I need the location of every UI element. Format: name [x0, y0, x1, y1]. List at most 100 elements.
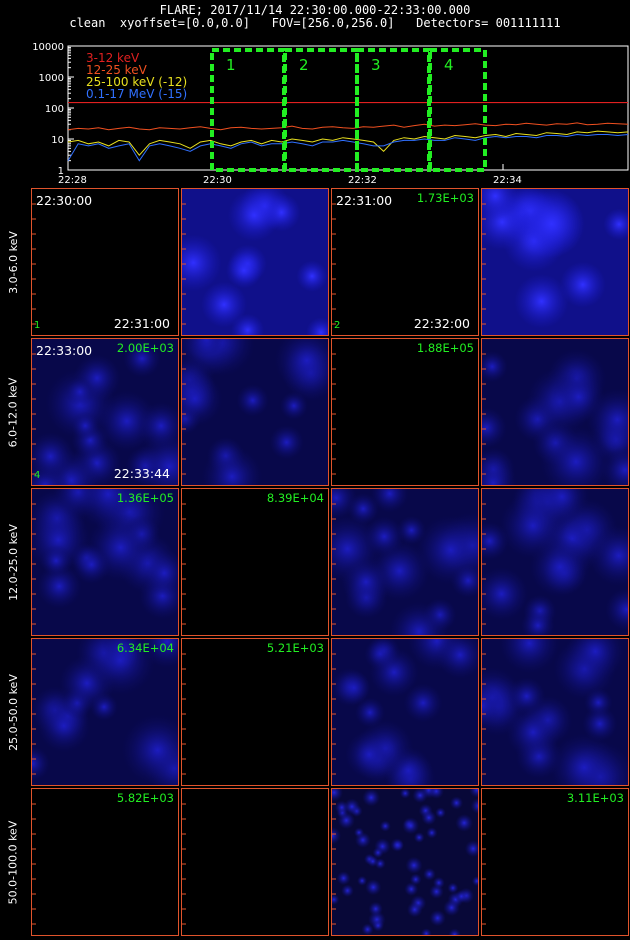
row-energy-label-text: 12.0-25.0 keV — [6, 523, 20, 601]
panel-start-time: 22:30:00 — [36, 193, 93, 208]
panel-end-time: 22:31:00 — [113, 316, 170, 331]
image-blob — [413, 832, 425, 843]
row-energy-label-text: 50.0-100.0 keV — [6, 820, 20, 904]
image-blob — [354, 832, 371, 849]
image-blob — [40, 544, 72, 577]
panel-image — [482, 189, 628, 335]
image-panel — [331, 788, 479, 936]
panel-max-value: 8.39E+04 — [266, 491, 324, 505]
panel-image — [182, 189, 328, 335]
panel-start-time: 22:33:00 — [36, 343, 93, 358]
panel-start-time: 22:31:00 — [336, 193, 393, 208]
image-blob — [362, 789, 381, 807]
image-blob — [429, 884, 444, 899]
image-panel — [481, 638, 629, 786]
image-blob — [559, 261, 606, 308]
image-panel — [181, 188, 329, 336]
panel-interval-number: 2 — [334, 320, 341, 331]
image-blob — [552, 370, 605, 424]
image-blob — [236, 384, 270, 417]
image-panel — [181, 338, 329, 486]
row-energy-label: 25.0-50.0 keV — [0, 638, 26, 786]
image-blob — [435, 807, 446, 819]
image-panel — [481, 488, 629, 636]
panel-image — [182, 503, 186, 625]
image-panel — [481, 188, 629, 336]
image-panel: 1.73E+03 22:31:00 22:32:00 2 — [331, 188, 479, 336]
image-blob — [225, 252, 263, 289]
panel-image — [482, 489, 628, 635]
image-blob — [296, 260, 328, 292]
panel-image — [32, 803, 36, 925]
row-energy-label: 3.0-6.0 keV — [0, 188, 26, 336]
image-panel: 1.36E+05 — [31, 488, 179, 636]
image-panel — [331, 638, 479, 786]
row-energy-label: 50.0-100.0 keV — [0, 788, 26, 936]
image-blob — [423, 867, 436, 881]
panel-max-value: 5.82E+03 — [116, 791, 174, 805]
legend-entry: 0.1-17 MeV (-15) — [86, 87, 187, 101]
image-blob — [455, 814, 474, 832]
panel-image — [32, 339, 178, 485]
image-blob — [65, 377, 95, 407]
row-energy-label-text: 3.0-6.0 keV — [6, 230, 20, 294]
plot-frame — [67, 45, 629, 171]
panel-image — [32, 489, 178, 635]
image-blob — [341, 884, 354, 898]
image-blob — [227, 189, 281, 242]
image-panel: 22:30:00 22:31:00 1 — [31, 188, 179, 336]
image-blob — [279, 391, 309, 420]
image-blob — [269, 424, 304, 460]
y-tick-label: 10 — [51, 135, 64, 146]
image-blob — [506, 705, 561, 760]
image-blob — [404, 882, 419, 896]
image-blob — [71, 411, 100, 440]
image-blob — [341, 557, 391, 607]
interval-box — [210, 48, 286, 172]
image-blob — [345, 730, 394, 779]
image-blob — [582, 706, 618, 742]
panel-image — [332, 639, 478, 785]
series-line — [67, 130, 629, 156]
image-blob — [447, 882, 459, 894]
image-blob — [72, 545, 111, 584]
image-blob — [336, 871, 351, 886]
panel-image — [32, 203, 36, 325]
image-blob — [426, 827, 438, 839]
panel-interval-number: 4 — [34, 470, 41, 481]
image-panel: 2.00E+03 22:33:00 22:33:44 4 — [31, 338, 179, 486]
x-tick-label: 22:28 — [58, 175, 87, 186]
interval-box — [355, 48, 431, 172]
interval-label: 4 — [444, 56, 454, 74]
image-blob — [449, 796, 464, 810]
image-panel — [181, 788, 329, 936]
image-blob — [372, 847, 384, 859]
image-blob — [379, 820, 391, 832]
image-blob — [406, 901, 423, 918]
panel-max-value: 5.21E+03 — [266, 641, 324, 655]
image-panel: 5.82E+03 — [31, 788, 179, 936]
panel-image — [182, 803, 186, 925]
panel-interval-number: 1 — [34, 320, 41, 331]
image-blob — [336, 670, 371, 705]
interval-box — [428, 48, 487, 172]
panel-image — [332, 353, 336, 475]
image-blob — [421, 810, 437, 826]
interval-label: 1 — [226, 56, 236, 74]
interval-label: 2 — [299, 56, 309, 74]
panel-image — [32, 639, 178, 785]
panel-max-value: 2.00E+03 — [116, 341, 174, 355]
image-blob — [357, 875, 368, 886]
y-tick-label: 1000 — [39, 73, 64, 84]
image-panel: 5.21E+03 — [181, 638, 329, 786]
panel-image — [482, 639, 628, 785]
row-energy-label-text: 6.0-12.0 keV — [6, 377, 20, 447]
panel-end-time: 22:33:44 — [113, 466, 170, 481]
image-blob — [402, 817, 420, 835]
image-blob — [390, 838, 405, 852]
image-panel: 1.88E+05 — [331, 338, 479, 486]
panel-end-time: 22:32:00 — [413, 316, 470, 331]
image-blob — [364, 516, 405, 557]
image-panel — [481, 338, 629, 486]
panel-max-value: 6.34E+04 — [116, 641, 174, 655]
